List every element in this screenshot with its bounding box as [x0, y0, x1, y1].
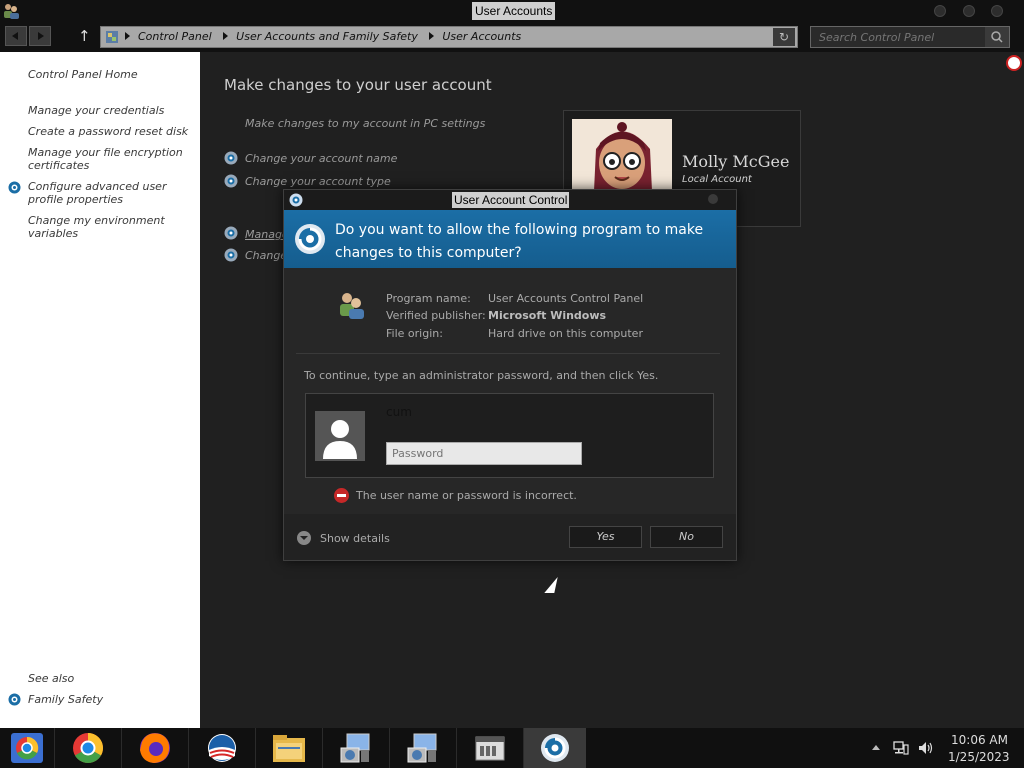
desktop: User Accounts ↑ Control Panel User Accou…	[0, 0, 1024, 768]
refresh-icon[interactable]: ↻	[773, 28, 795, 46]
search-input[interactable]	[811, 27, 985, 47]
chevron-down-icon[interactable]	[297, 531, 311, 545]
change-account-name-link[interactable]: Change your account name	[245, 152, 397, 165]
change-settings-link[interactable]: Change	[245, 249, 287, 262]
back-button[interactable]	[5, 26, 27, 46]
control-panel-icon	[106, 31, 118, 43]
family-safety-icon	[8, 693, 21, 706]
page-title: Make changes to your user account	[224, 76, 492, 94]
uac-shield-icon	[224, 151, 238, 165]
window-manager-icon[interactable]	[457, 728, 523, 768]
address-bar[interactable]: Control Panel User Accounts and Family S…	[100, 26, 798, 48]
file-origin-value: Hard drive on this computer	[488, 327, 643, 340]
file-explorer-icon[interactable]	[256, 728, 322, 768]
uac-instruction: To continue, type an administrator passw…	[304, 369, 659, 382]
program-name-value: User Accounts Control Panel	[488, 292, 644, 305]
control-panel-icon-2[interactable]	[390, 728, 456, 768]
uac-shield-icon	[289, 193, 303, 207]
error-message: The user name or password is incorrect.	[356, 489, 577, 502]
avatar[interactable]	[572, 119, 672, 191]
error-icon	[334, 488, 349, 503]
file-encryption-link[interactable]: Manage your file encryption certificates	[28, 146, 198, 172]
password-input[interactable]	[386, 442, 582, 465]
family-safety-link[interactable]: Family Safety	[28, 693, 198, 706]
taskbar	[0, 728, 1024, 768]
breadcrumb-user-accounts[interactable]: User Accounts	[442, 30, 521, 43]
uac-question: Do you want to allow the following progr…	[335, 222, 704, 261]
breadcrumb-user-accounts-family-safety[interactable]: User Accounts and Family Safety	[236, 30, 418, 43]
uac-header: Do you want to allow the following progr…	[284, 210, 736, 268]
window-titlebar: User Accounts	[0, 0, 1024, 22]
change-account-type-link[interactable]: Change your account type	[245, 175, 391, 188]
firefox-icon[interactable]	[122, 728, 188, 768]
see-also-label: See also	[28, 672, 75, 685]
help-icon[interactable]	[1006, 55, 1022, 71]
publisher-label: Verified publisher:	[386, 309, 486, 322]
advanced-profile-link[interactable]: Configure advanced user profile properti…	[28, 180, 198, 206]
password-reset-disk-link[interactable]: Create a password reset disk	[28, 125, 198, 138]
uac-titlebar: User Account Control	[284, 190, 736, 210]
show-details-link[interactable]: Show details	[320, 532, 390, 545]
uac-close-button[interactable]	[708, 194, 718, 204]
uac-shield-icon	[224, 226, 238, 240]
user-accounts-program-icon	[340, 293, 364, 319]
close-button[interactable]	[991, 5, 1003, 17]
manage-credentials-link[interactable]: Manage your credentials	[28, 104, 198, 117]
window-title: User Accounts	[472, 2, 556, 20]
search-box	[810, 26, 1010, 48]
user-avatar-icon	[315, 411, 365, 461]
account-type-label: Local Account	[682, 174, 752, 185]
pc-settings-link[interactable]: Make changes to my account in PC setting…	[245, 117, 485, 130]
no-button[interactable]: No	[650, 526, 723, 548]
user-name: Molly McGee	[682, 152, 790, 171]
network-icon[interactable]	[893, 741, 909, 755]
uac-title: User Account Control	[452, 192, 570, 208]
clock-date[interactable]: 1/25/2023	[948, 750, 1010, 764]
file-origin-label: File origin:	[386, 327, 443, 340]
clock-time[interactable]: 10:06 AM	[951, 733, 1008, 747]
divider	[296, 353, 720, 354]
uac-shield-icon	[224, 248, 238, 262]
forward-button[interactable]	[29, 26, 51, 46]
program-name-label: Program name:	[386, 292, 471, 305]
up-arrow-icon[interactable]: ↑	[78, 27, 91, 45]
credential-tile	[305, 393, 714, 478]
volume-icon[interactable]	[917, 741, 933, 755]
chrome-icon[interactable]	[55, 728, 121, 768]
control-panel-icon[interactable]	[323, 728, 389, 768]
uac-shield-icon[interactable]	[524, 728, 586, 768]
search-icon[interactable]	[985, 27, 1009, 47]
tray-expand-icon[interactable]	[872, 745, 880, 750]
breadcrumb-control-panel[interactable]: Control Panel	[138, 30, 212, 43]
uac-dialog: User Account Control Do you want to allo…	[283, 189, 737, 561]
maximize-button[interactable]	[963, 5, 975, 17]
uac-gear-shield-icon	[295, 224, 325, 254]
breadcrumb: Control Panel User Accounts and Family S…	[125, 27, 529, 47]
chrome-canary-icon[interactable]	[0, 728, 54, 768]
users-icon	[4, 4, 19, 19]
obama-logo-icon[interactable]	[189, 728, 255, 768]
admin-username: cum	[386, 405, 412, 419]
uac-shield-icon	[224, 174, 238, 188]
control-panel-home-link[interactable]: Control Panel Home	[28, 68, 198, 81]
publisher-value: Microsoft Windows	[488, 309, 607, 322]
environment-variables-link[interactable]: Change my environment variables	[28, 214, 198, 240]
uac-shield-icon	[8, 181, 21, 194]
navigation-bar: ↑ Control Panel User Accounts and Family…	[0, 22, 1024, 52]
minimize-button[interactable]	[934, 5, 946, 17]
yes-button[interactable]: Yes	[569, 526, 642, 548]
